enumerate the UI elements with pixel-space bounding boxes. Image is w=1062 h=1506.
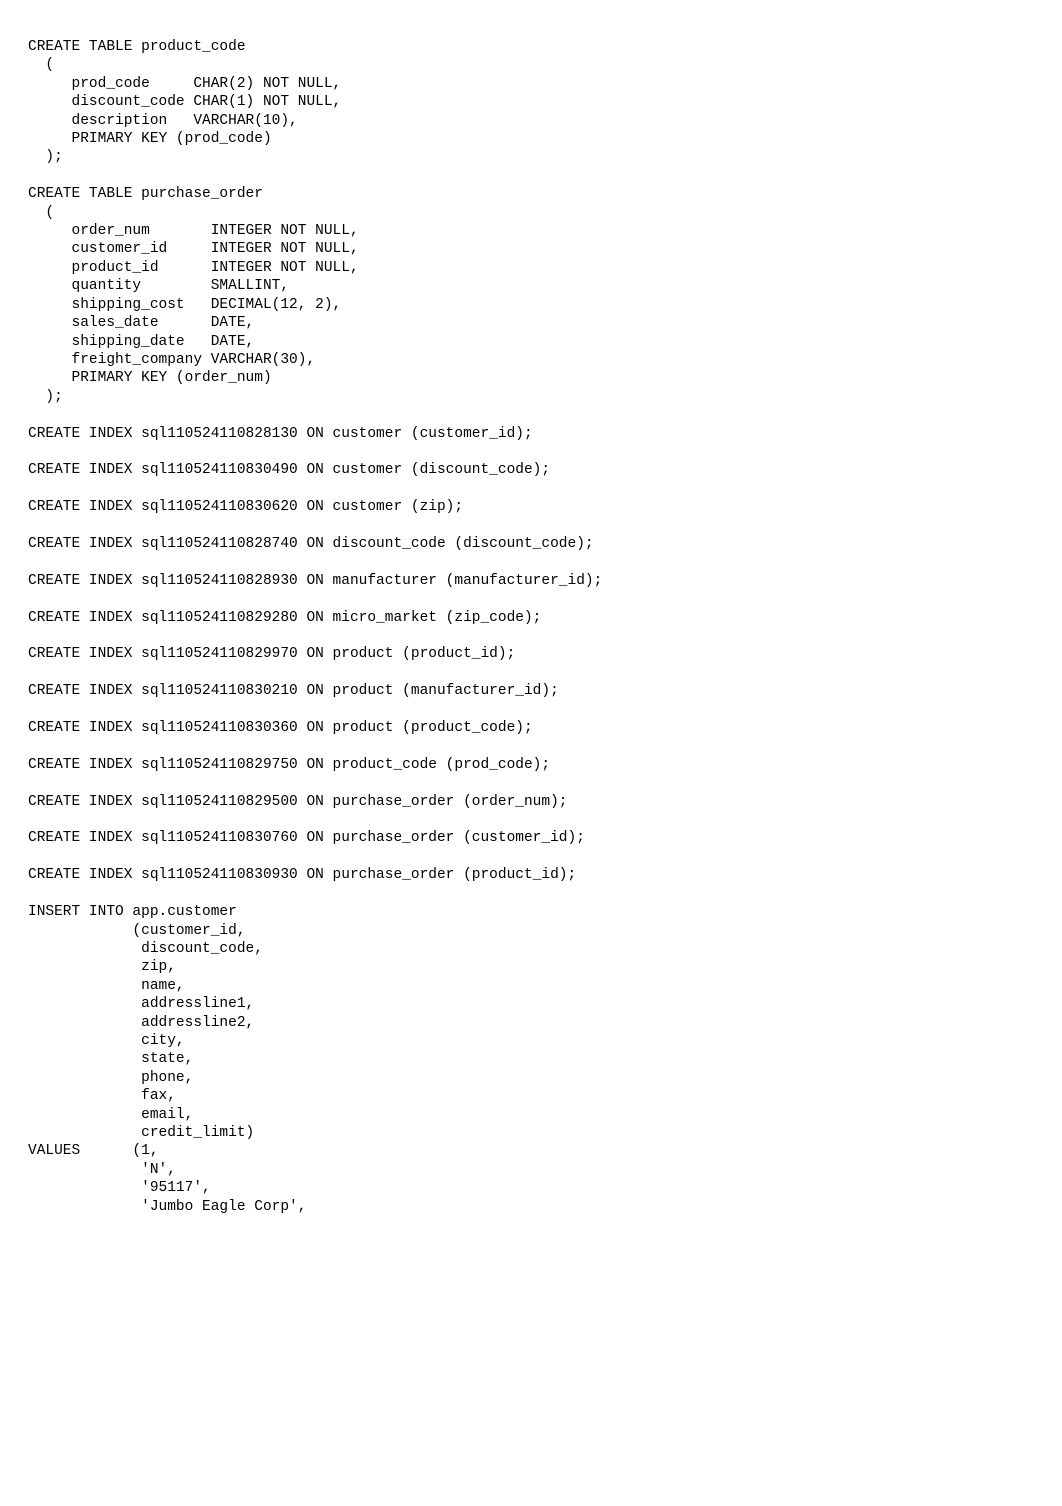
create-purchase-order-stmt: CREATE TABLE purchase_order ( order_num … (28, 186, 359, 404)
sql-script: CREATE TABLE product_code ( prod_code CH… (28, 38, 1034, 1216)
create-index-stmt: CREATE INDEX sql110524110828930 ON manuf… (28, 573, 602, 589)
create-index-stmt: CREATE INDEX sql110524110829750 ON produ… (28, 757, 550, 773)
create-index-stmt: CREATE INDEX sql110524110830490 ON custo… (28, 462, 550, 478)
create-index-stmt: CREATE INDEX sql110524110830930 ON purch… (28, 867, 576, 883)
create-index-stmt: CREATE INDEX sql110524110829280 ON micro… (28, 610, 541, 626)
create-index-stmt: CREATE INDEX sql110524110829500 ON purch… (28, 794, 568, 810)
create-index-stmt: CREATE INDEX sql110524110830210 ON produ… (28, 683, 559, 699)
create-index-stmt: CREATE INDEX sql110524110828740 ON disco… (28, 536, 594, 552)
create-index-stmt: CREATE INDEX sql110524110830620 ON custo… (28, 499, 463, 515)
create-index-stmt: CREATE INDEX sql110524110830760 ON purch… (28, 830, 585, 846)
create-index-stmt: CREATE INDEX sql110524110830360 ON produ… (28, 720, 533, 736)
create-index-stmt: CREATE INDEX sql110524110828130 ON custo… (28, 426, 533, 442)
insert-customer-stmt: INSERT INTO app.customer (customer_id, d… (28, 904, 306, 1215)
create-product-code-stmt: CREATE TABLE product_code ( prod_code CH… (28, 39, 341, 165)
create-index-stmt: CREATE INDEX sql110524110829970 ON produ… (28, 646, 515, 662)
